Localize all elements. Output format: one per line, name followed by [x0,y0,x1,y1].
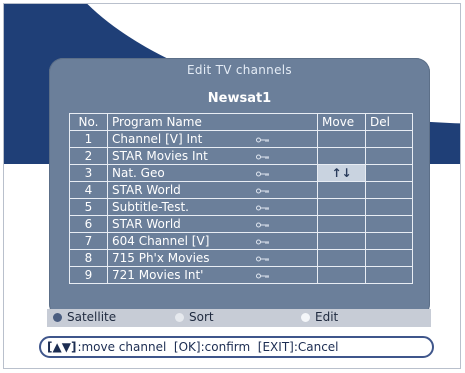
channel-name: Nat. Geo [112,166,165,180]
table-row[interactable]: 8 715 Ph'x Movies [69,249,413,267]
move-cell[interactable] [317,198,366,216]
channel-number: 9 [69,266,108,284]
channel-name-cell: STAR Movies Int [107,147,318,165]
key-icon [256,154,270,160]
option-edit[interactable]: Edit [301,310,338,324]
key-icon [256,188,270,194]
key-icon [256,222,270,228]
table-row[interactable]: 2 STAR Movies Int [69,147,413,165]
option-sort[interactable]: Sort [175,310,214,324]
move-cell[interactable] [317,249,366,267]
channel-name-cell: STAR World [107,181,318,199]
channel-name: STAR World [112,183,181,197]
channel-number: 8 [69,249,108,267]
key-icon [256,239,270,245]
key-icon [256,137,270,143]
move-cell[interactable] [317,232,366,250]
edit-channels-panel: Edit TV channels Newsat1 No. Program Nam… [49,58,430,318]
table-row[interactable]: 1 Channel [V] Int [69,130,413,148]
channel-name-cell: 721 Movies Int' [107,266,318,284]
header-move: Move [317,113,366,131]
table-row[interactable]: 6 STAR World [69,215,413,233]
channel-number: 5 [69,198,108,216]
channel-name-cell: Nat. Geo [107,164,318,182]
channel-number: 7 [69,232,108,250]
header-program-name: Program Name [107,113,318,131]
table-row[interactable]: 7 604 Channel [V] [69,232,413,250]
channel-number: 3 [69,164,108,182]
table-row[interactable]: 3 Nat. Geo ↑↓ [69,164,413,182]
delete-cell[interactable] [365,266,413,284]
move-arrows-icon[interactable]: ↑↓ [317,164,366,182]
screen-frame: Edit TV channels Newsat1 No. Program Nam… [3,3,461,369]
channel-name: Subtitle-Test. [112,200,189,214]
channel-number: 4 [69,181,108,199]
help-text: :move channel [OK]:confirm [EXIT]:Cancel [77,340,339,354]
delete-cell[interactable] [365,130,413,148]
channel-number: 1 [69,130,108,148]
channel-name: STAR Movies Int [112,149,208,163]
channel-name-cell: Channel [V] Int [107,130,318,148]
table-header-row: No. Program Name Move Del [69,113,413,131]
channel-table: No. Program Name Move Del 1 Channel [V] I… [69,113,413,284]
delete-cell[interactable] [365,215,413,233]
panel-title: Edit TV channels [187,63,292,77]
option-edit-label: Edit [315,310,339,324]
satellite-dot-icon [53,312,62,322]
delete-cell[interactable] [365,232,413,250]
key-icon [256,256,270,262]
help-arrow-symbol: [▲▼] [47,340,77,354]
channel-name-cell: 715 Ph'x Movies [107,249,318,267]
channel-name-cell: Subtitle-Test. [107,198,318,216]
key-icon [256,171,270,177]
option-sort-label: Sort [189,310,214,324]
help-bar: [▲▼] :move channel [OK]:confirm [EXIT]:C… [39,336,434,358]
table-row[interactable]: 4 STAR World [69,181,413,199]
key-icon [256,205,270,211]
option-satellite-label: Satellite [67,310,117,324]
header-del: Del [365,113,413,131]
option-bar: Satellite Sort Edit [47,309,431,327]
table-row[interactable]: 5 Subtitle-Test. [69,198,413,216]
move-cell[interactable] [317,266,366,284]
delete-cell[interactable] [365,249,413,267]
delete-cell[interactable] [365,147,413,165]
channel-name-cell: STAR World [107,215,318,233]
satellite-name: Newsat1 [207,91,272,106]
move-cell[interactable] [317,147,366,165]
channel-name: 715 Ph'x Movies [112,251,210,265]
move-cell[interactable] [317,215,366,233]
channel-name-cell: 604 Channel [V] [107,232,318,250]
channel-number: 6 [69,215,108,233]
option-satellite[interactable]: Satellite [53,310,116,324]
channel-name: STAR World [112,217,181,231]
move-cell[interactable] [317,181,366,199]
channel-name: Channel [V] Int [112,132,203,146]
channel-name: 721 Movies Int' [112,268,204,282]
delete-cell[interactable] [365,164,413,182]
header-no: No. [69,113,108,131]
channel-name: 604 Channel [V] [112,234,210,248]
edit-dot-icon [301,312,310,322]
delete-cell[interactable] [365,181,413,199]
sort-dot-icon [175,312,184,322]
delete-cell[interactable] [365,198,413,216]
table-row[interactable]: 9 721 Movies Int' [69,266,413,284]
move-cell[interactable] [317,130,366,148]
key-icon [256,273,270,279]
channel-number: 2 [69,147,108,165]
